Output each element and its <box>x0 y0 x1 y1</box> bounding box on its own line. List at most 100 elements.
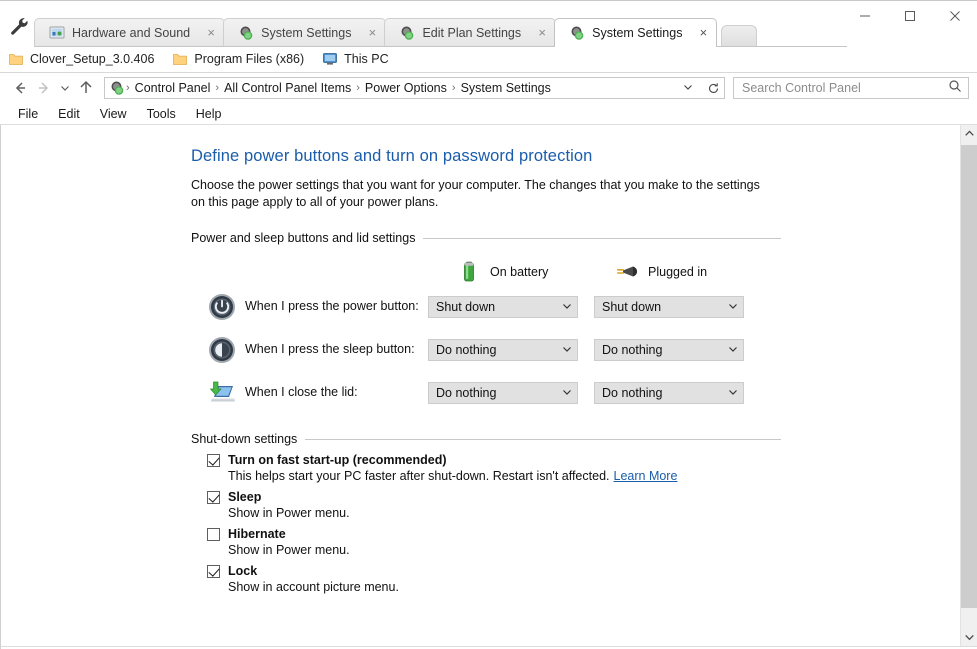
checkbox-description: Show in Power menu. <box>228 506 960 520</box>
combo-close-lid-plugged-in[interactable]: Do nothing <box>594 382 744 404</box>
favorite-label: Program Files (x86) <box>194 52 304 66</box>
close-icon[interactable]: × <box>535 26 549 40</box>
menu-file[interactable]: File <box>8 107 48 121</box>
favorites-bar: Clover_Setup_3.0.406 Program Files (x86)… <box>0 46 977 73</box>
search-placeholder: Search Control Panel <box>742 81 948 95</box>
breadcrumb-all-control-panel-items[interactable]: All Control Panel Items <box>220 81 355 95</box>
recent-locations-button[interactable] <box>56 76 74 100</box>
scroll-up-button[interactable] <box>961 125 977 142</box>
tab-label: System Settings <box>261 26 351 40</box>
breadcrumb[interactable]: › Control Panel › All Control Panel Item… <box>104 77 704 99</box>
maximize-button[interactable] <box>887 1 932 31</box>
window-controls <box>842 1 977 31</box>
group-label: Shut-down settings <box>191 432 297 446</box>
folder-icon <box>172 51 188 67</box>
combo-power-button-plugged-in[interactable]: Shut down <box>594 296 744 318</box>
setting-label: When I close the lid: <box>245 385 358 399</box>
checkbox-row-sleep: Sleep Show in Power menu. <box>1 490 960 520</box>
combo-value: Do nothing <box>602 343 727 357</box>
breadcrumb-power-options[interactable]: Power Options <box>361 81 451 95</box>
close-icon[interactable]: × <box>365 26 379 40</box>
folder-icon <box>8 51 24 67</box>
search-input[interactable]: Search Control Panel <box>733 77 969 99</box>
checkbox-description: Show in Power menu. <box>228 543 960 557</box>
minimize-button[interactable] <box>842 1 887 31</box>
breadcrumb-control-panel[interactable]: Control Panel <box>131 81 215 95</box>
tab-system-settings-2[interactable]: System Settings × <box>554 18 717 47</box>
tab-edit-plan-settings[interactable]: Edit Plan Settings × <box>384 18 556 47</box>
power-plug-icon <box>614 259 640 285</box>
up-button[interactable] <box>74 76 98 100</box>
close-icon[interactable]: × <box>696 26 710 40</box>
group-label: Power and sleep buttons and lid settings <box>191 231 415 245</box>
checkbox-lock[interactable]: Lock <box>207 564 960 578</box>
back-button[interactable] <box>8 76 32 100</box>
setting-label: When I press the power button: <box>245 299 419 313</box>
chevron-down-icon[interactable] <box>675 81 701 96</box>
close-icon[interactable]: × <box>204 26 218 40</box>
checkbox-label: Hibernate <box>228 527 286 541</box>
checkbox-description-text: Show in account picture menu. <box>228 580 399 594</box>
checkbox-fast-startup[interactable]: Turn on fast start-up (recommended) <box>207 453 960 467</box>
menu-view[interactable]: View <box>90 107 137 121</box>
combo-value: Shut down <box>436 300 561 314</box>
combo-value: Do nothing <box>436 386 561 400</box>
menu-tools[interactable]: Tools <box>137 107 186 121</box>
group-header-shut-down-settings: Shut-down settings <box>191 432 781 446</box>
setting-row-sleep-button: When I press the sleep button: Do nothin… <box>1 330 960 373</box>
search-icon[interactable] <box>948 79 962 98</box>
power-options-icon <box>238 25 254 41</box>
chevron-down-icon <box>727 386 739 401</box>
checkbox-icon[interactable] <box>207 528 220 541</box>
breadcrumb-system-settings[interactable]: System Settings <box>457 81 555 95</box>
menu-help[interactable]: Help <box>186 107 232 121</box>
favorite-program-files[interactable]: Program Files (x86) <box>172 51 304 67</box>
favorite-this-pc[interactable]: This PC <box>322 51 388 67</box>
scroll-down-button[interactable] <box>961 629 977 646</box>
combo-close-lid-on-battery[interactable]: Do nothing <box>428 382 578 404</box>
tab-label: Hardware and Sound <box>72 26 190 40</box>
vertical-scrollbar[interactable] <box>960 125 977 646</box>
refresh-button[interactable] <box>703 77 725 99</box>
favorite-label: Clover_Setup_3.0.406 <box>30 52 154 66</box>
checkbox-icon[interactable] <box>207 454 220 467</box>
chevron-down-icon <box>561 386 573 401</box>
column-header-plugged-in: Plugged in <box>614 259 707 285</box>
combo-sleep-button-on-battery[interactable]: Do nothing <box>428 339 578 361</box>
checkbox-hibernate[interactable]: Hibernate <box>207 527 960 541</box>
menu-edit[interactable]: Edit <box>48 107 90 121</box>
new-tab-button[interactable] <box>721 25 757 47</box>
checkbox-sleep[interactable]: Sleep <box>207 490 960 504</box>
group-header-power-and-sleep: Power and sleep buttons and lid settings <box>191 231 781 245</box>
checkbox-icon[interactable] <box>207 491 220 504</box>
column-header-label: On battery <box>490 265 548 279</box>
favorite-clover-setup[interactable]: Clover_Setup_3.0.406 <box>8 51 154 67</box>
tab-strip-baseline <box>34 46 847 47</box>
tab-hardware-and-sound[interactable]: Hardware and Sound × <box>34 18 225 47</box>
setting-row-close-lid: When I close the lid: Do nothing Do noth… <box>1 373 960 416</box>
this-pc-icon <box>322 51 338 67</box>
checkbox-row-hibernate: Hibernate Show in Power menu. <box>1 527 960 557</box>
tab-system-settings-1[interactable]: System Settings × <box>223 18 386 47</box>
checkbox-description-text: This helps start your PC faster after sh… <box>228 469 610 483</box>
sleep-button-icon <box>207 335 237 365</box>
column-header-on-battery: On battery <box>456 259 548 285</box>
learn-more-link[interactable]: Learn More <box>614 469 678 483</box>
checkbox-row-lock: Lock Show in account picture menu. <box>1 564 960 594</box>
chevron-down-icon <box>561 343 573 358</box>
battery-icon <box>456 259 482 285</box>
scrollbar-thumb[interactable] <box>961 145 977 608</box>
chevron-down-icon <box>561 300 573 315</box>
address-bar: › Control Panel › All Control Panel Item… <box>0 73 977 103</box>
menu-bar: File Edit View Tools Help <box>0 103 977 125</box>
checkbox-row-fast-startup: Turn on fast start-up (recommended) This… <box>1 453 960 483</box>
combo-value: Do nothing <box>602 386 727 400</box>
combo-power-button-on-battery[interactable]: Shut down <box>428 296 578 318</box>
close-button[interactable] <box>932 1 977 31</box>
wrench-icon[interactable] <box>8 15 30 37</box>
combo-sleep-button-plugged-in[interactable]: Do nothing <box>594 339 744 361</box>
power-options-icon <box>569 25 585 41</box>
checkbox-description-text: Show in Power menu. <box>228 506 350 520</box>
checkbox-icon[interactable] <box>207 565 220 578</box>
forward-button[interactable] <box>32 76 56 100</box>
